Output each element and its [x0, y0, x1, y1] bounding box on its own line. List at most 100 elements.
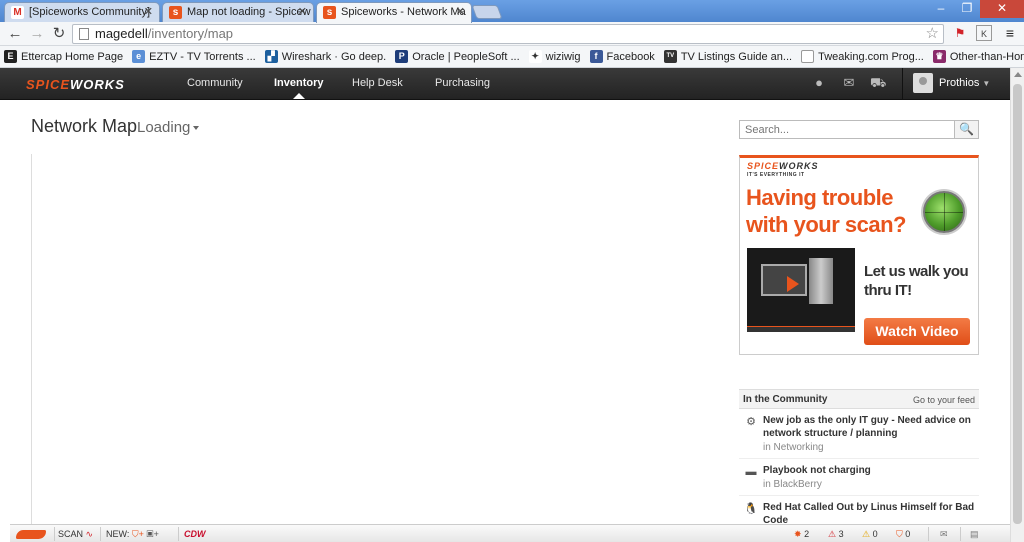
scrollbar-thumb[interactable] [1013, 84, 1022, 524]
cart-icon[interactable]: ⛟ [870, 76, 886, 90]
bookmark-label: EZTV - TV Torrents ... [149, 50, 256, 63]
page-icon [801, 50, 815, 63]
bookmark-label: Ettercap Home Page [21, 50, 124, 63]
community-item-category[interactable]: in Networking [763, 441, 979, 454]
k-extension-icon[interactable]: K [976, 25, 992, 41]
shield-count[interactable]: ⛉ 0 [896, 528, 910, 541]
ad-headline: Having trouble with your scan? [746, 185, 906, 237]
warnings-count[interactable]: ⚠ 0 [862, 528, 878, 541]
search-input[interactable] [739, 120, 955, 139]
wiziwig-icon: ✦ [528, 50, 542, 63]
go-to-feed-link[interactable]: Go to your feed [913, 395, 975, 405]
bookmark-tweaking[interactable]: Tweaking.com Prog... [801, 50, 924, 63]
nav-help-desk[interactable]: Help Desk [352, 68, 403, 99]
bookmark-facebook[interactable]: f Facebook [589, 50, 655, 63]
watch-video-button[interactable]: Watch Video [864, 318, 970, 345]
bookmark-label: Facebook [606, 50, 655, 63]
close-window-icon[interactable]: ✕ [980, 0, 1024, 18]
minimize-icon[interactable]: – [928, 0, 954, 18]
nav-purchasing[interactable]: Purchasing [435, 68, 490, 99]
url-host: magedell [95, 26, 148, 41]
bookmark-oracle[interactable]: P Oracle | PeopleSoft ... [395, 50, 520, 63]
close-tab-icon[interactable]: ✕ [298, 3, 307, 21]
divider [100, 527, 101, 541]
divider [928, 527, 929, 541]
vertical-scrollbar[interactable] [1010, 68, 1024, 542]
forward-icon[interactable]: → [28, 25, 46, 43]
divider [54, 527, 55, 541]
network-icon: ⚙ [746, 416, 756, 428]
alert-icon[interactable]: ● [811, 76, 827, 90]
community-heading: In the Community [743, 394, 828, 405]
alerts-count[interactable]: ⚠ 3 [828, 528, 844, 541]
browser-tab-3[interactable]: s Spiceworks - Network Ma ✕ [316, 2, 472, 23]
gmail-icon: M [11, 6, 24, 19]
notes-icon[interactable]: ▤ [970, 528, 979, 541]
close-tab-icon[interactable]: ✕ [144, 3, 153, 21]
new-tab-button[interactable] [471, 5, 503, 19]
spice-count[interactable]: ✸ 2 [794, 528, 809, 541]
spiceworks-logo[interactable]: SPICEWORKS [26, 77, 125, 92]
cdw-logo[interactable]: CDW [184, 528, 206, 541]
bookmarks-bar: E Ettercap Home Page e EZTV - TV Torrents … [0, 46, 1024, 68]
avatar[interactable] [913, 73, 933, 93]
network-map-canvas[interactable] [31, 154, 721, 534]
user-menu[interactable]: Prothios ▼ [939, 68, 990, 99]
mail-icon[interactable]: ✉ [940, 528, 948, 541]
address-bar[interactable]: magedell/inventory/map ☆ [72, 24, 944, 44]
eztv-icon: e [132, 50, 146, 63]
community-item-title[interactable]: New job as the only IT guy - Need advice… [763, 414, 979, 440]
community-item[interactable]: ▬ Playbook not charging in BlackBerry [739, 459, 979, 496]
community-item-title[interactable]: Playbook not charging [763, 464, 979, 477]
ad-spiceworks-logo: SPICEWORKS [747, 161, 819, 171]
browser-tab-2[interactable]: s Map not loading - Spicew ✕ [162, 2, 314, 22]
community-header: In the Community Go to your feed [739, 389, 979, 409]
window-controls: – ❐ ✕ [928, 0, 1024, 18]
bookmark-wiziwig[interactable]: ✦ wiziwig [528, 50, 581, 63]
nav-inventory[interactable]: Inventory [274, 68, 324, 99]
video-thumbnail[interactable] [747, 248, 855, 332]
app-header: SPICEWORKS Community Inventory Help Desk… [0, 68, 1010, 100]
play-icon[interactable] [787, 276, 799, 292]
ad-banner[interactable]: SPICEWORKS IT'S EVERYTHING IT Having tro… [739, 155, 979, 355]
bookmark-eztv[interactable]: e EZTV - TV Torrents ... [132, 50, 256, 63]
page-icon [79, 28, 89, 40]
community-item[interactable]: ⚙ New job as the only IT guy - Need advi… [739, 409, 979, 459]
bookmark-wireshark[interactable]: ▞ Wireshark · Go deep. [264, 50, 386, 63]
spiceworks-pepper-icon[interactable] [16, 528, 50, 541]
ad-subline: Let us walk you thru IT! [864, 263, 969, 299]
nav-community[interactable]: Community [187, 68, 243, 99]
bookmark-label: Tweaking.com Prog... [818, 50, 924, 63]
bookmark-ettercap[interactable]: E Ettercap Home Page [4, 50, 123, 63]
bookmark-tv-listings[interactable]: TV TV Listings Guide an... [663, 50, 792, 63]
scroll-up-icon[interactable] [1014, 72, 1022, 77]
url-path: /inventory/map [147, 26, 234, 41]
new-menu[interactable]: NEW: ⛉+ ▣+ [106, 528, 159, 541]
spiceworks-icon: s [169, 6, 182, 19]
tab-title: [Spiceworks Community] [29, 6, 151, 18]
extension-icon[interactable]: ⚑ [952, 25, 968, 41]
restore-icon[interactable]: ❐ [954, 0, 980, 18]
close-tab-icon[interactable]: ✕ [456, 3, 465, 21]
wireshark-icon: ▞ [264, 50, 278, 63]
divider [178, 527, 179, 541]
map-status-dropdown[interactable]: Loading [137, 119, 199, 136]
search-icon[interactable]: 🔍 [954, 120, 979, 139]
browser-tab-1[interactable]: M [Spiceworks Community] ✕ [4, 2, 160, 22]
bookmark-other[interactable]: ♛Other-than-Honora... [932, 50, 1024, 63]
blackberry-icon: ▬ [745, 466, 757, 478]
facebook-icon: f [589, 50, 603, 63]
radar-icon [923, 191, 965, 233]
community-panel: In the Community Go to your feed ⚙ New j… [739, 389, 979, 531]
community-item-category[interactable]: in BlackBerry [763, 478, 979, 491]
bookmark-star-icon[interactable]: ☆ [926, 25, 939, 43]
server-icon [809, 258, 833, 304]
reload-icon[interactable]: ↻ [50, 25, 68, 43]
tab-title: Map not loading - Spicew [187, 6, 311, 18]
mail-icon[interactable]: ✉ [841, 76, 857, 90]
scan-button[interactable]: SCAN ∿ [58, 528, 93, 541]
menu-icon[interactable]: ≡ [1002, 25, 1018, 41]
status-bar: SCAN ∿ NEW: ⛉+ ▣+ CDW ✸ 2 ⚠ 3 ⚠ 0 ⛉ 0 ✉ … [10, 524, 1010, 542]
browser-tab-strip: M [Spiceworks Community] ✕ s Map not loa… [0, 0, 1024, 23]
back-icon[interactable]: ← [6, 25, 24, 43]
